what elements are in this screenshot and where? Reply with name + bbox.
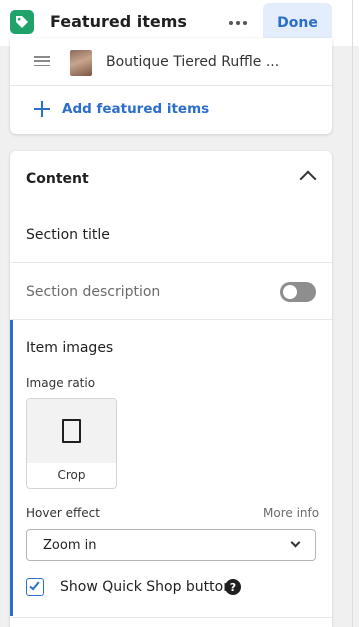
quick-shop-label: Show Quick Shop button bbox=[60, 579, 233, 595]
help-icon[interactable]: ? bbox=[225, 579, 241, 595]
list-item[interactable]: Boutique Tiered Ruffle ... bbox=[10, 38, 332, 86]
more-horizontal-icon[interactable] bbox=[226, 12, 250, 34]
image-ratio-label: Image ratio bbox=[26, 376, 96, 390]
drag-handle-icon[interactable] bbox=[34, 56, 50, 66]
ratio-preview bbox=[27, 399, 116, 463]
section-description-label: Section description bbox=[26, 284, 161, 300]
plus-icon bbox=[34, 101, 50, 117]
page-title: Featured items bbox=[50, 12, 187, 31]
done-button[interactable]: Done bbox=[263, 3, 332, 42]
section-title-label: Section title bbox=[26, 227, 110, 243]
item-images-title: Item images bbox=[26, 340, 114, 356]
hover-effect-value: Zoom in bbox=[43, 538, 97, 553]
tag-icon bbox=[10, 10, 34, 34]
section-description-row: Section description bbox=[10, 264, 332, 320]
toggle-knob bbox=[283, 285, 297, 299]
chevron-up-icon[interactable] bbox=[299, 170, 317, 188]
hover-effect-select[interactable]: Zoom in bbox=[26, 529, 316, 561]
checkmark-icon bbox=[29, 579, 40, 591]
crop-option-label: Crop bbox=[57, 468, 86, 482]
hover-effect-label: Hover effect bbox=[26, 506, 100, 520]
content-card: Content Section title Section descriptio… bbox=[10, 151, 332, 627]
crop-icon bbox=[62, 419, 81, 443]
panel-edge-divider bbox=[352, 0, 353, 627]
quick-shop-checkbox[interactable] bbox=[26, 578, 44, 596]
crop-ratio-option[interactable]: Crop bbox=[26, 398, 117, 489]
add-featured-items-label: Add featured items bbox=[62, 101, 210, 117]
divider bbox=[10, 617, 332, 618]
chevron-down-icon bbox=[290, 537, 301, 548]
content-heading: Content bbox=[26, 171, 89, 187]
more-info-link[interactable]: More info bbox=[263, 506, 319, 520]
item-images-section: Item images Image ratio Crop Hover effec… bbox=[10, 320, 332, 616]
featured-items-card: Boutique Tiered Ruffle ... Add featured … bbox=[10, 38, 332, 134]
product-name: Boutique Tiered Ruffle ... bbox=[106, 54, 280, 70]
section-description-toggle[interactable] bbox=[280, 282, 316, 302]
add-featured-items-button[interactable]: Add featured items bbox=[10, 88, 332, 132]
product-thumbnail bbox=[70, 50, 92, 76]
section-title-row[interactable]: Section title bbox=[10, 207, 332, 263]
